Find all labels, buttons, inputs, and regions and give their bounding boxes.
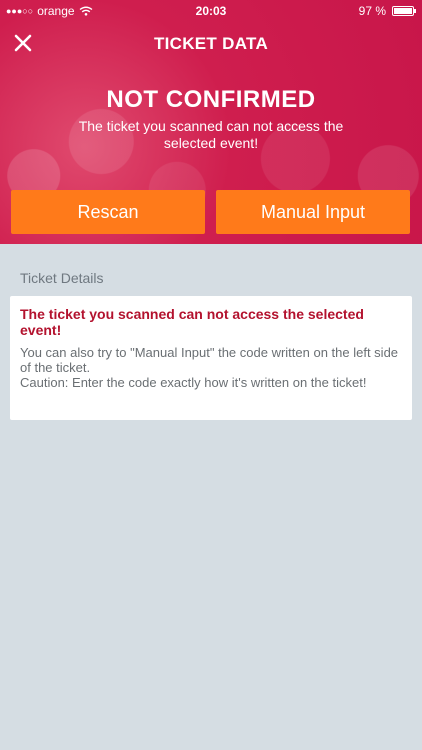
rescan-button[interactable]: Rescan xyxy=(11,190,205,234)
error-title: The ticket you scanned can not access th… xyxy=(20,306,364,338)
caution-text: Caution: Enter the code exactly how it's… xyxy=(20,375,367,390)
scan-status-message: The ticket you scanned can not access th… xyxy=(78,118,344,151)
section-label-ticket-details: Ticket Details xyxy=(20,270,104,286)
manual-input-hint: You can also try to "Manual Input" the c… xyxy=(20,345,399,375)
battery-percent: 97 % xyxy=(358,4,386,18)
manual-input-button[interactable]: Manual Input xyxy=(216,190,410,234)
status-bar: ●●●○○ orange 20:03 97 % xyxy=(0,0,422,22)
ticket-details-card: The ticket you scanned can not access th… xyxy=(10,296,412,420)
page-title: TICKET DATA xyxy=(153,34,269,53)
battery-info: 97 % xyxy=(358,4,416,18)
battery-icon xyxy=(392,6,416,16)
details-body: You can also try to "Manual Input" the c… xyxy=(20,345,402,390)
scan-status-heading: NOT CONFIRMED xyxy=(106,86,316,113)
